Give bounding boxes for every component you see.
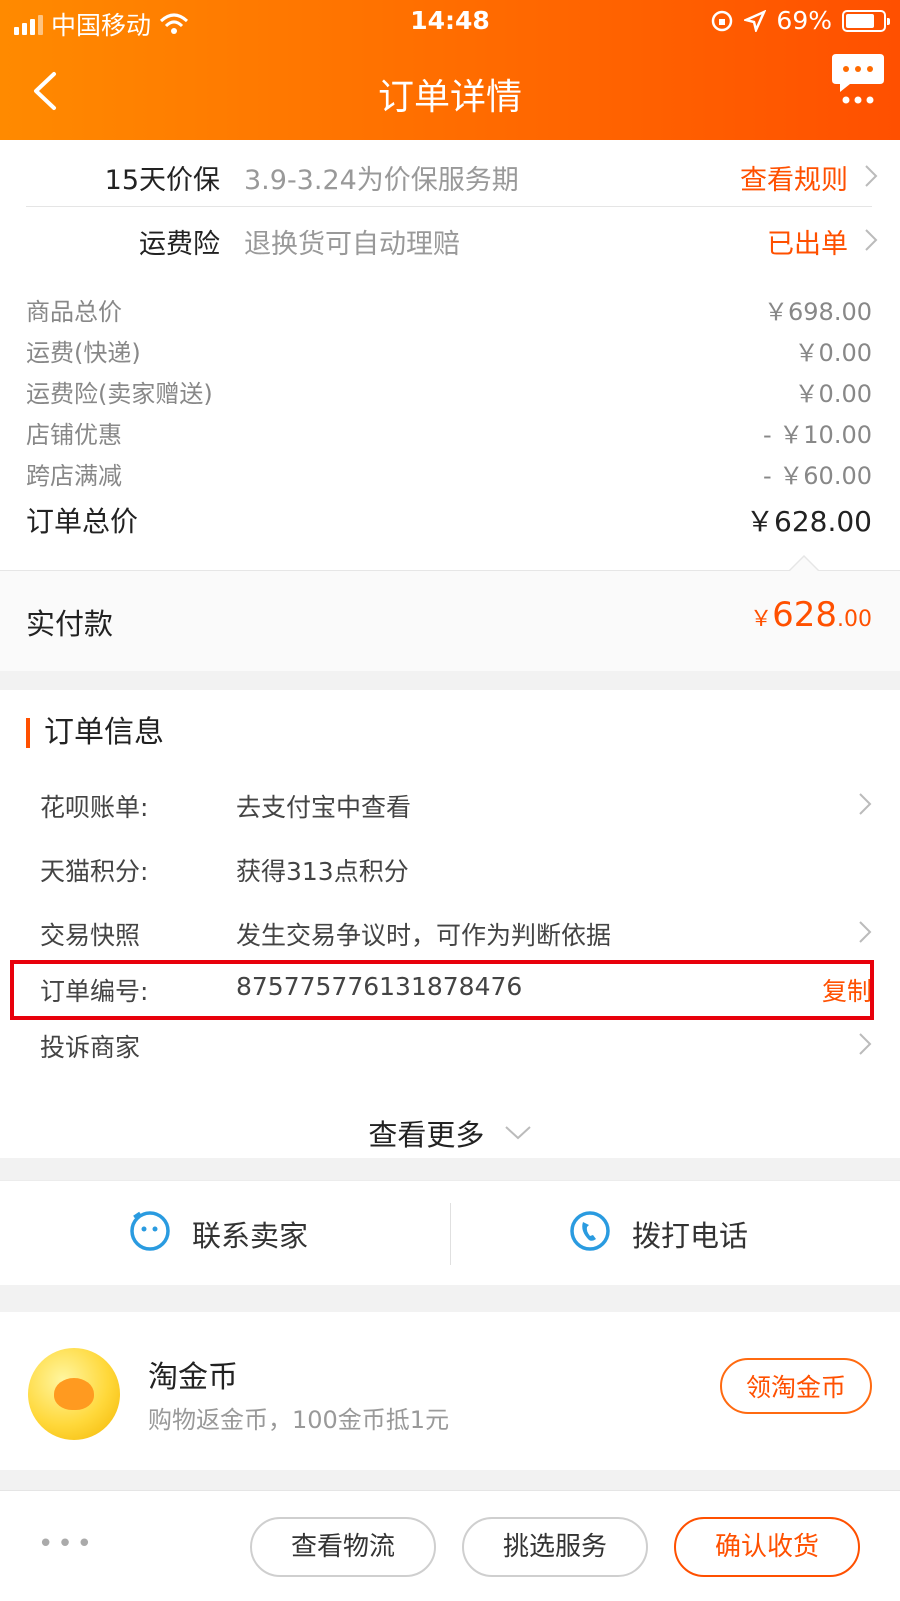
status-right: 69%: [710, 6, 890, 35]
confirm-receipt-button[interactable]: 确认收货: [674, 1517, 860, 1577]
price-row-insurance: 运费险(卖家赠送) ￥0.00: [26, 374, 872, 412]
paid-label: 实付款: [26, 607, 114, 641]
shipping-insurance-row[interactable]: 运费险 退换货可自动理赔 已出单: [0, 208, 900, 272]
bottom-action-bar: ••• 查看物流 挑选服务 确认收货: [0, 1490, 900, 1601]
view-more-label: 查看更多: [368, 1118, 485, 1152]
paid-currency: ￥: [750, 607, 773, 632]
view-more-button[interactable]: 查看更多: [0, 1112, 900, 1154]
paid-integer: 628: [772, 595, 837, 635]
info-key: 投诉商家: [40, 1033, 141, 1062]
select-service-button[interactable]: 挑选服务: [462, 1517, 648, 1577]
call-phone-label: 拨打电话: [632, 1219, 749, 1253]
service-label: 15天价保: [104, 165, 220, 196]
claim-coins-button[interactable]: 领淘金币: [720, 1358, 872, 1414]
highlight-box: [10, 960, 874, 1020]
price-protection-row[interactable]: 15天价保 3.9-3.24为价保服务期 查看规则: [0, 144, 900, 208]
chevron-right-icon: [865, 165, 878, 187]
info-value: 获得313点积分: [236, 857, 409, 886]
battery-percent: 69%: [776, 6, 832, 35]
price-row-cross-store: 跨店满减 - ￥60.00: [26, 456, 872, 494]
pointer-notch-fill: [789, 557, 819, 572]
status-bar: 中国移动 14:48 69%: [0, 0, 900, 46]
more-options-icon[interactable]: •••: [38, 1529, 96, 1559]
message-icon[interactable]: [828, 46, 888, 106]
info-key: 交易快照: [40, 921, 141, 950]
chevron-right-icon: [859, 1033, 872, 1055]
price-value: ￥698.00: [764, 298, 872, 326]
contact-seller-label: 联系卖家: [192, 1219, 309, 1253]
tmall-points-row: 天猫积分: 获得313点积分: [40, 842, 872, 892]
price-value: - ￥60.00: [763, 462, 872, 490]
phone-icon: [570, 1211, 610, 1251]
huabei-bill-row[interactable]: 花呗账单: 去支付宝中查看: [40, 778, 872, 828]
order-total-row: 订单总价 ￥628.00: [26, 500, 872, 544]
call-phone-button[interactable]: 拨打电话: [450, 1181, 900, 1285]
info-value: 发生交易争议时，可作为判断依据: [236, 921, 612, 950]
price-value: ￥0.00: [794, 339, 872, 367]
chevron-right-icon: [859, 793, 872, 815]
price-label: 商品总价: [26, 298, 122, 326]
price-row-shop-discount: 店铺优惠 - ￥10.00: [26, 415, 872, 453]
service-desc: 3.9-3.24为价保服务期: [244, 165, 519, 196]
service-label: 运费险: [139, 229, 220, 260]
info-key: 天猫积分:: [40, 857, 149, 886]
location-icon: [744, 9, 767, 32]
total-value: ￥628.00: [746, 505, 872, 538]
price-label: 运费险(卖家赠送): [26, 380, 213, 408]
view-rules-link[interactable]: 查看规则: [740, 158, 848, 197]
price-label: 运费(快递): [26, 339, 141, 367]
paid-amount: ￥628.00: [750, 595, 872, 635]
total-label: 订单总价: [26, 505, 139, 538]
page-title: 订单详情: [377, 77, 522, 118]
issued-link[interactable]: 已出单: [767, 222, 848, 261]
coin-card: 淘金币 购物返金币，100金币抵1元 领淘金币: [0, 1312, 900, 1470]
price-row-shipping: 运费(快递) ￥0.00: [26, 333, 872, 371]
contact-bar: 联系卖家 拨打电话: [0, 1180, 900, 1285]
section-title: 订单信息: [26, 718, 164, 748]
nav-bar: 订单详情: [0, 46, 900, 140]
rotation-lock-icon: [712, 10, 733, 31]
complain-seller-row[interactable]: 投诉商家: [40, 1018, 872, 1068]
price-label: 店铺优惠: [26, 421, 122, 449]
actual-payment-row: 实付款 ￥628.00: [0, 570, 900, 671]
coin-face: [54, 1378, 94, 1410]
price-row-goods: 商品总价 ￥698.00: [26, 292, 872, 330]
chevron-right-icon: [865, 229, 878, 251]
chevron-down-icon: [504, 1126, 531, 1140]
view-logistics-button[interactable]: 查看物流: [250, 1517, 436, 1577]
price-label: 跨店满减: [26, 462, 122, 490]
battery-icon: [842, 9, 890, 32]
chat-face-icon: [130, 1211, 170, 1251]
contact-seller-button[interactable]: 联系卖家: [0, 1181, 450, 1285]
price-value: - ￥10.00: [763, 421, 872, 449]
divider: [26, 206, 872, 207]
paid-decimal: .00: [837, 607, 872, 632]
info-key: 花呗账单:: [40, 793, 149, 822]
coin-subtitle: 购物返金币，100金币抵1元: [148, 1406, 450, 1434]
chevron-right-icon: [859, 921, 872, 943]
info-value: 去支付宝中查看: [236, 793, 412, 822]
coin-title: 淘金币: [148, 1360, 238, 1395]
service-desc: 退换货可自动理赔: [244, 229, 460, 260]
price-value: ￥0.00: [794, 380, 872, 408]
trade-snapshot-row[interactable]: 交易快照 发生交易争议时，可作为判断依据: [40, 906, 872, 956]
gold-coin-icon: [28, 1348, 120, 1440]
